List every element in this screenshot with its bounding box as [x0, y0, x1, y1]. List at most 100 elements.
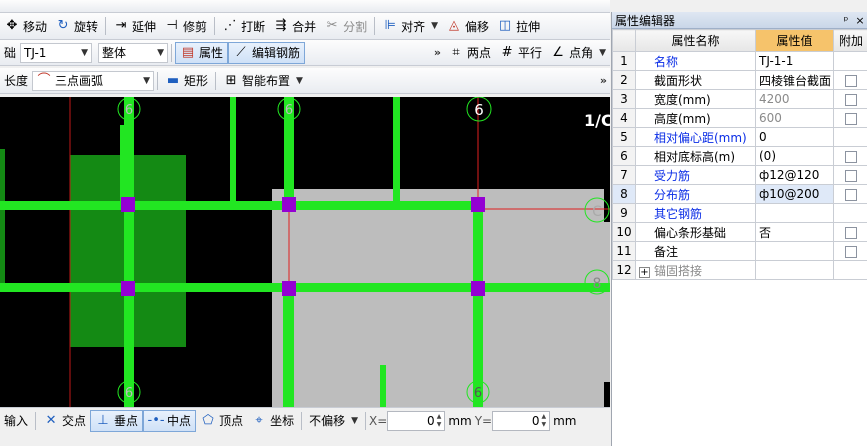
table-row[interactable]: 5 相对偏心距(mm) 0: [612, 127, 867, 147]
vertex-snap[interactable]: ⬠ 顶点: [196, 410, 247, 432]
column-node[interactable]: [121, 281, 135, 296]
strip-footing[interactable]: [283, 292, 294, 407]
offset-button[interactable]: ◬ 偏移: [442, 15, 493, 37]
spinner-icon[interactable]: ▲ ▼: [437, 413, 442, 429]
property-value[interactable]: ф10@200: [755, 184, 834, 204]
extra-cell: [833, 108, 867, 128]
property-name-text: 高度(mm): [654, 111, 711, 126]
two-point-icon: ⌗: [452, 44, 460, 60]
break-button[interactable]: ⋰ 打断: [218, 15, 269, 37]
property-value[interactable]: [755, 260, 834, 280]
property-button[interactable]: ▤ 属性: [175, 41, 229, 64]
move-button[interactable]: ✥ 移动: [0, 15, 51, 37]
property-value[interactable]: [755, 203, 834, 223]
coordinate-icon: ⌖: [255, 412, 263, 428]
property-value[interactable]: ф12@120: [755, 165, 834, 185]
spinner-icon[interactable]: ▲ ▼: [541, 413, 546, 429]
drawing-canvas[interactable]: 6 6 6 C 8 6 6 1/C: [0, 97, 610, 407]
pin-icon[interactable]: ᵖ: [839, 14, 853, 27]
cad-drawing[interactable]: 6 6 6 C 8 6 6 1/C: [0, 97, 610, 407]
table-row[interactable]: 9 其它钢筋: [612, 203, 867, 223]
extend-button[interactable]: ⇥ 延伸: [109, 15, 160, 37]
expand-icon[interactable]: +: [639, 266, 650, 278]
property-value[interactable]: 四棱锥台截面: [755, 70, 834, 90]
extra-checkbox[interactable]: [845, 112, 857, 125]
whole-select[interactable]: 整体 ▼: [98, 42, 169, 63]
component-select[interactable]: TJ-1 ▼: [20, 42, 93, 63]
stretch-button[interactable]: ◫ 拉伸: [493, 15, 544, 37]
y-input[interactable]: 0 ▲ ▼: [492, 410, 551, 431]
table-row[interactable]: 2 截面形状 四棱锥台截面: [612, 70, 867, 90]
offset-mode-select[interactable]: 不偏移 ▼: [305, 410, 362, 432]
extra-checkbox[interactable]: [845, 74, 857, 87]
table-row[interactable]: 3 宽度(mm) 4200: [612, 89, 867, 109]
strip-footing[interactable]: [393, 97, 400, 209]
extra-checkbox[interactable]: [845, 245, 857, 258]
strip-footing[interactable]: [230, 97, 236, 201]
column-node[interactable]: [471, 197, 485, 212]
two-point-button[interactable]: ⌗ 两点: [444, 42, 495, 64]
strip-footing[interactable]: [473, 209, 483, 407]
table-row[interactable]: 6 相对底标高(m) (0): [612, 146, 867, 166]
intersection-icon: ✕: [45, 412, 57, 428]
table-row[interactable]: 7 受力筋 ф12@120: [612, 165, 867, 185]
intersection-snap[interactable]: ✕ 交点: [39, 410, 90, 432]
table-row[interactable]: 12 + 锚固搭接: [612, 260, 867, 280]
trim-button[interactable]: ⊣ 修剪: [160, 15, 211, 37]
separator: [157, 71, 159, 90]
table-row[interactable]: 1 名称 TJ-1-1: [612, 51, 867, 71]
input-button[interactable]: 输入: [0, 410, 32, 432]
row-index: 11: [612, 241, 636, 261]
foundation-slab[interactable]: [272, 189, 604, 407]
property-value[interactable]: 否: [755, 222, 834, 242]
perpendicular-snap[interactable]: ⊥ 垂点: [90, 409, 144, 432]
point-angle-button[interactable]: ∠ 点角 ▼: [546, 42, 610, 64]
property-value[interactable]: 4200: [755, 89, 834, 109]
merge-button[interactable]: ⇶ 合并: [269, 15, 320, 37]
property-name: 备注: [635, 241, 756, 261]
align-button[interactable]: ⊫ 对齐 ▼: [378, 15, 442, 37]
trim-icon: ⊣: [166, 18, 178, 33]
strip-footing[interactable]: [380, 365, 386, 407]
arc-mode-select[interactable]: ⌒ 三点画弧 ▼: [32, 70, 155, 91]
bottom-strip: [0, 433, 610, 446]
extra-checkbox[interactable]: [845, 93, 857, 106]
table-row[interactable]: 10 偏心条形基础 否: [612, 222, 867, 242]
extra-checkbox[interactable]: [845, 150, 857, 163]
coordinate-snap[interactable]: ⌖ 坐标: [247, 410, 298, 432]
column-node[interactable]: [121, 197, 135, 212]
rotate-button[interactable]: ↻ 旋转: [51, 15, 102, 37]
x-input[interactable]: 0 ▲ ▼: [387, 410, 446, 431]
row-index: 8: [612, 184, 636, 204]
property-value[interactable]: [755, 241, 834, 261]
midpoint-snap[interactable]: -•- 中点: [143, 409, 197, 432]
separator: [35, 411, 37, 430]
table-row[interactable]: 11 备注: [612, 241, 867, 261]
extra-checkbox[interactable]: [845, 169, 857, 182]
property-value[interactable]: 600: [755, 108, 834, 128]
row-index: 12: [612, 260, 636, 280]
overflow-chevron-icon[interactable]: »: [597, 74, 610, 87]
column-node[interactable]: [282, 197, 296, 212]
strip-footing[interactable]: [289, 201, 481, 210]
column-node[interactable]: [282, 281, 296, 296]
table-row[interactable]: 4 高度(mm) 600: [612, 108, 867, 128]
smart-layout-button[interactable]: ⊞ 智能布置 ▼: [219, 70, 307, 92]
property-value[interactable]: 0: [755, 127, 834, 147]
column-node[interactable]: [471, 281, 485, 296]
overflow-chevron-icon[interactable]: »: [431, 46, 444, 59]
extra-checkbox[interactable]: [845, 226, 857, 239]
axis-label: 6: [125, 103, 133, 118]
extra-checkbox[interactable]: [845, 188, 857, 201]
row-index: 5: [612, 127, 636, 147]
edit-rebar-button[interactable]: ⟋ 编辑钢筋: [228, 41, 306, 64]
property-value[interactable]: TJ-1-1: [755, 51, 834, 71]
table-row[interactable]: 8 分布筋 ф10@200: [612, 184, 867, 204]
parallel-button[interactable]: # 平行: [495, 42, 546, 64]
strip-footing[interactable]: [0, 201, 285, 210]
rectangle-button[interactable]: ▬ 矩形: [161, 70, 212, 92]
property-value[interactable]: (0): [755, 146, 834, 166]
split-button[interactable]: ✂ 分割: [320, 15, 371, 37]
close-icon[interactable]: ×: [853, 14, 867, 27]
strip-footing[interactable]: [0, 283, 610, 292]
